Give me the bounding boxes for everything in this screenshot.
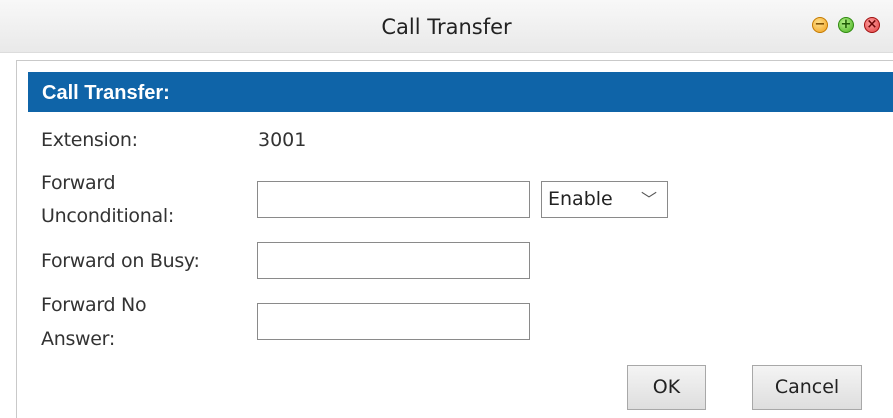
- forward-unconditional-label-line2: Unconditional:: [41, 205, 174, 227]
- section-header: Call Transfer:: [28, 72, 893, 112]
- ok-button[interactable]: OK: [627, 365, 706, 410]
- forward-unconditional-mode-value: Enable: [548, 188, 613, 210]
- cancel-button[interactable]: Cancel: [752, 365, 862, 410]
- title-bar: Call Transfer − + ×: [0, 0, 893, 53]
- minimize-icon[interactable]: −: [812, 17, 828, 33]
- forward-no-answer-label-line2: Answer:: [41, 328, 115, 350]
- window-title: Call Transfer: [381, 15, 512, 39]
- forward-busy-input[interactable]: [257, 242, 530, 279]
- maximize-icon[interactable]: +: [838, 17, 854, 33]
- extension-value: 3001: [258, 129, 307, 151]
- forward-unconditional-label-line1: Forward: [41, 172, 116, 194]
- forward-no-answer-label-line1: Forward No: [41, 294, 147, 316]
- forward-unconditional-input[interactable]: [257, 181, 530, 218]
- forward-unconditional-mode-select[interactable]: Enable ﹀: [541, 181, 668, 218]
- close-icon[interactable]: ×: [864, 17, 880, 33]
- chevron-down-icon: ﹀: [640, 190, 657, 209]
- forward-no-answer-input[interactable]: [257, 303, 530, 340]
- forward-busy-label: Forward on Busy:: [41, 250, 200, 272]
- extension-label: Extension:: [41, 129, 138, 151]
